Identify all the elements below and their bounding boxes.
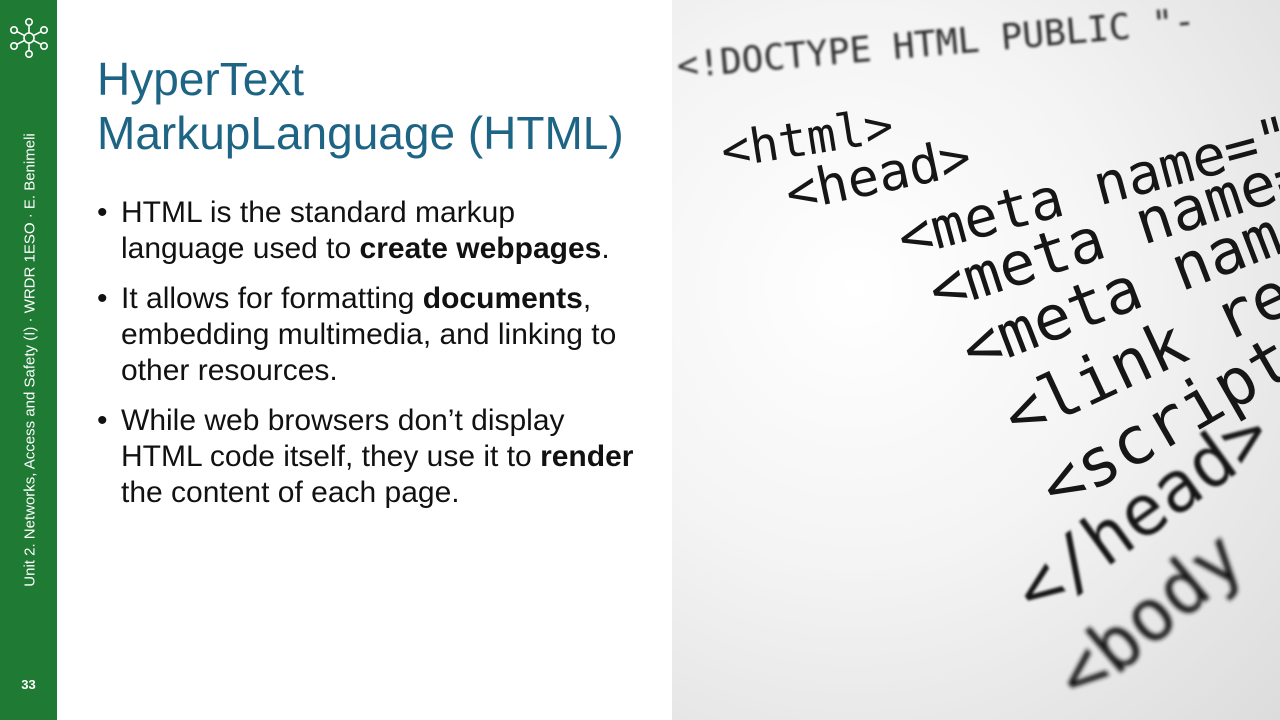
bullet-item: • While web browsers don’t display HTML …	[97, 404, 634, 509]
bullet-dot-icon: •	[97, 196, 108, 229]
slide: Unit 2. Networks, Access and Safety (I) …	[0, 0, 1280, 720]
slide-title: HyperText MarkupLanguage (HTML)	[97, 52, 667, 160]
sidebar-band: Unit 2. Networks, Access and Safety (I) …	[0, 0, 57, 720]
html-code-photo: <!DOCTYPE HTML PUBLIC "- <html> <head> <…	[672, 0, 1280, 720]
title-line-2: MarkupLanguage (HTML)	[97, 107, 624, 159]
code-line: <!DOCTYPE HTML PUBLIC "-	[675, 1, 1197, 87]
bullet-list: • HTML is the standard markup language u…	[97, 195, 642, 525]
title-line-1: HyperText	[97, 53, 305, 105]
footer-caption: Unit 2. Networks, Access and Safety (I) …	[21, 133, 39, 587]
code-photo-svg: <!DOCTYPE HTML PUBLIC "- <html> <head> <…	[675, 1, 1280, 718]
bullet-dot-icon: •	[97, 282, 108, 315]
network-icon	[9, 17, 48, 58]
bullet-item: • HTML is the standard markup language u…	[97, 196, 610, 265]
bullet-item: • It allows for formatting documents, em…	[97, 282, 617, 387]
slide-number: 33	[21, 677, 36, 692]
bullet-dot-icon: •	[97, 404, 108, 437]
